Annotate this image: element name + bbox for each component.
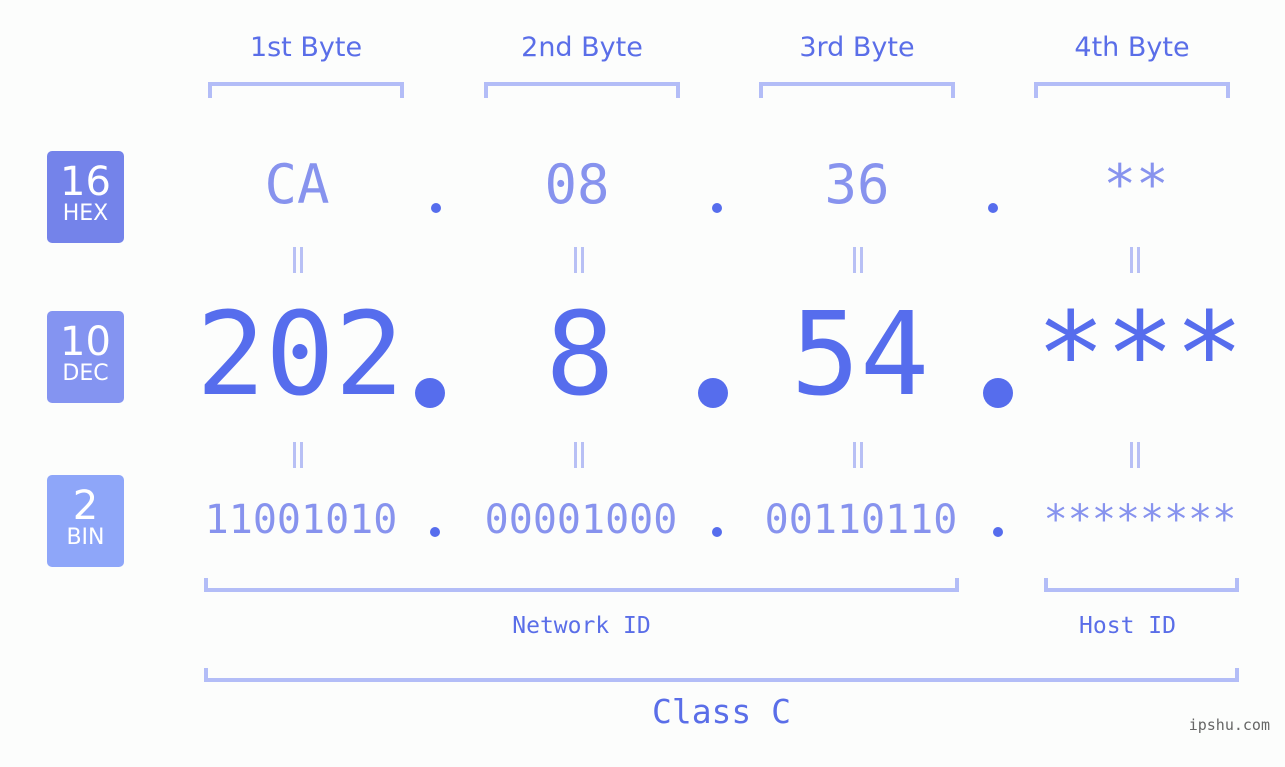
hex-separator-dot-3 [988, 203, 998, 213]
dec-separator-dot-3 [983, 378, 1013, 408]
host-id-label: Host ID [1079, 613, 1176, 639]
bin-separator-dot-1 [430, 527, 440, 537]
bin-base-label: BIN [66, 525, 105, 550]
dec-base-number: 10 [60, 319, 111, 365]
byte-label-4: 4th Byte [1074, 32, 1190, 63]
byte-label-1: 1st Byte [249, 32, 363, 63]
hex-badge: 16 HEX [47, 151, 124, 243]
bin-byte-3: 00110110 [764, 497, 958, 543]
bin-byte-1: 11001010 [204, 497, 398, 543]
dec-badge: 10 DEC [47, 311, 124, 403]
equals-icon [572, 442, 586, 468]
hex-byte-4: ** [1103, 153, 1169, 216]
dec-separator-dot-1 [415, 378, 445, 408]
equals-icon [851, 247, 865, 273]
hex-separator-dot-1 [431, 203, 441, 213]
watermark: ipshu.com [1188, 716, 1270, 734]
byte-bracket-4 [1034, 82, 1230, 98]
hex-base-label: HEX [62, 201, 109, 226]
equals-icon [851, 442, 865, 468]
hex-base-number: 16 [60, 159, 111, 205]
equals-icon [291, 247, 305, 273]
dec-byte-1: 202 [196, 288, 404, 422]
dec-separator-dot-2 [698, 378, 728, 408]
equals-icon [1128, 442, 1142, 468]
equals-icon [572, 247, 586, 273]
byte-label-2: 2nd Byte [521, 32, 643, 63]
network-id-bracket [204, 578, 959, 592]
bin-byte-2: 00001000 [484, 497, 678, 543]
byte-bracket-2 [484, 82, 680, 98]
byte-bracket-1 [208, 82, 404, 98]
equals-icon [1128, 247, 1142, 273]
bin-separator-dot-3 [993, 527, 1003, 537]
bin-byte-4: ******** [1043, 497, 1237, 543]
network-id-label: Network ID [512, 613, 651, 639]
dec-byte-4: *** [1036, 288, 1244, 422]
host-id-bracket [1044, 578, 1239, 592]
hex-byte-1: CA [264, 153, 330, 216]
class-bracket [204, 668, 1239, 682]
bin-separator-dot-2 [712, 527, 722, 537]
dec-byte-3: 54 [790, 288, 930, 422]
dec-byte-2: 8 [545, 288, 615, 422]
bin-badge: 2 BIN [47, 475, 124, 567]
hex-separator-dot-2 [712, 203, 722, 213]
bin-base-number: 2 [72, 483, 99, 529]
dec-base-label: DEC [62, 361, 109, 386]
equals-icon [291, 442, 305, 468]
hex-byte-2: 08 [544, 153, 610, 216]
class-label: Class C [651, 692, 792, 731]
hex-byte-3: 36 [824, 153, 890, 216]
byte-label-3: 3rd Byte [799, 32, 915, 63]
byte-bracket-3 [759, 82, 955, 98]
